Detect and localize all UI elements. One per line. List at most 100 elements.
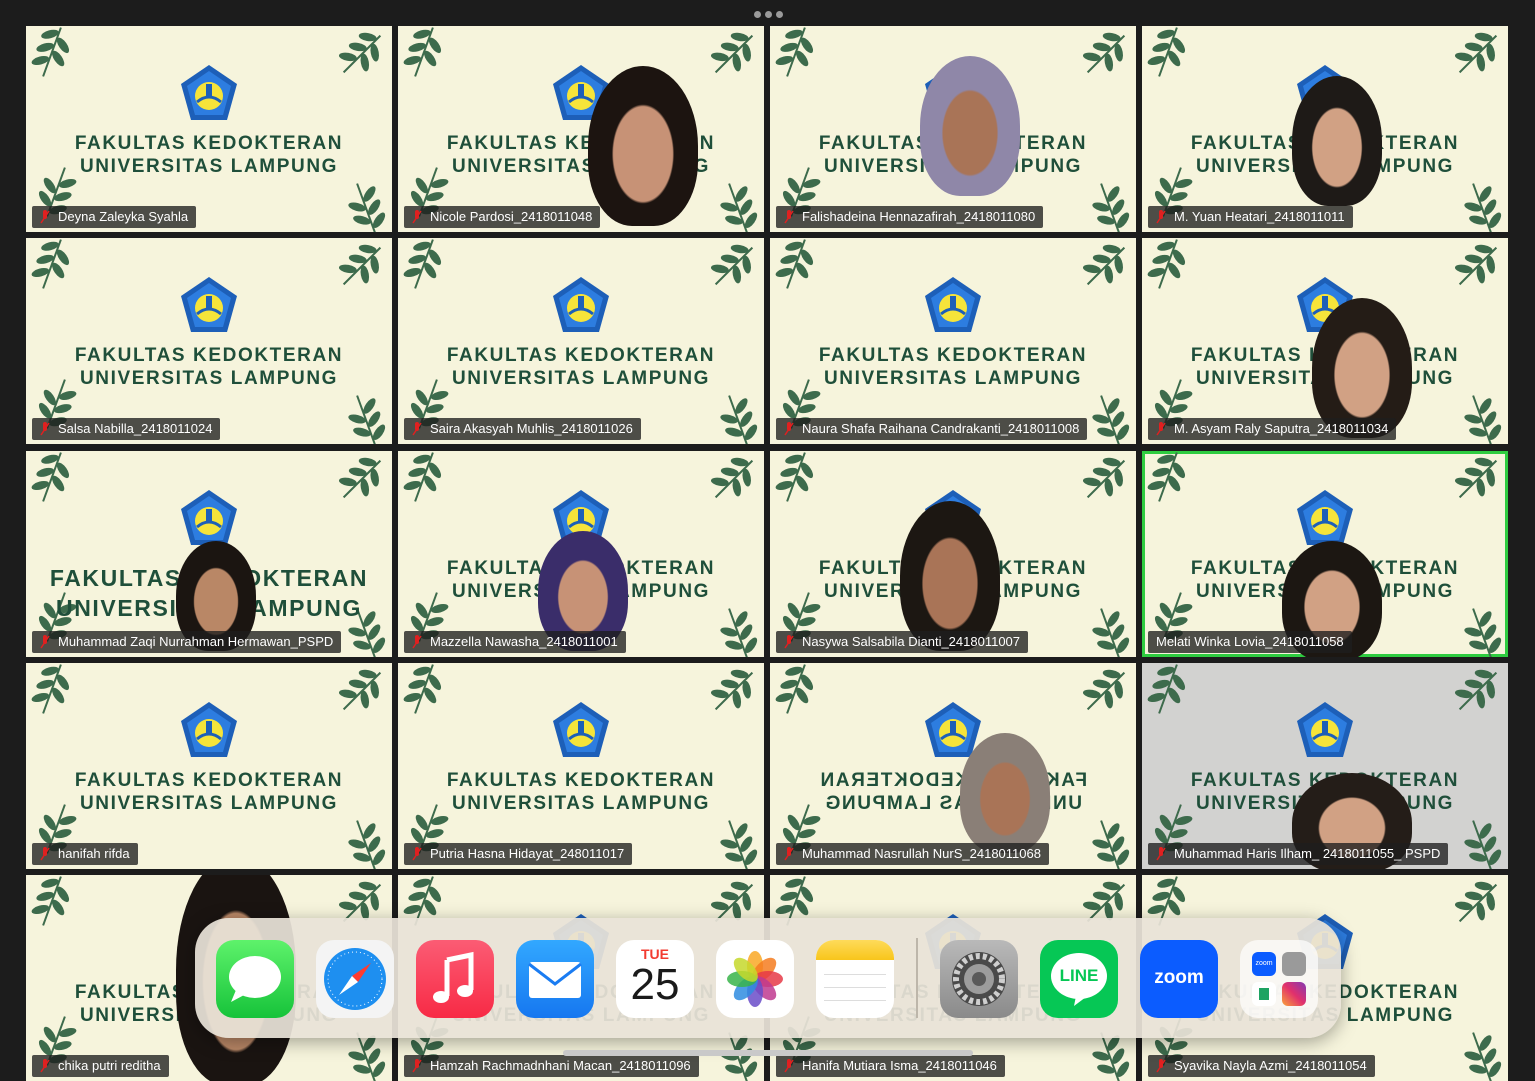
leaf-decoration-icon (26, 451, 82, 507)
participant-name: Saira Akasyah Muhlis_2418011026 (430, 421, 633, 436)
university-logo-icon (549, 274, 613, 338)
leaf-decoration-icon (336, 178, 392, 232)
app-folder-icon[interactable]: zoom (1240, 940, 1318, 1018)
background-title: FAKULTAS KEDOKTERANUNIVERSITAS LAMPUNG (446, 133, 716, 177)
participant-name: chika putri reditha (58, 1058, 161, 1073)
leaf-decoration-icon (332, 26, 392, 84)
participant-tile[interactable]: FAKULTAS KEDOKTERAN UNIVERSITAS LAMPUNG Ni… (398, 26, 764, 232)
mail-app-icon[interactable] (516, 940, 594, 1018)
participant-name: Nasywa Salsabila Dianti_2418011007 (802, 634, 1021, 649)
leaf-decoration-icon (770, 26, 826, 82)
leaf-decoration-icon (1452, 390, 1508, 444)
university-logo-icon (549, 699, 613, 763)
dock-divider (916, 938, 918, 1018)
participant-name-tag: M. Yuan Heatari_2418011011 (1148, 206, 1353, 228)
leaf-decoration-icon (332, 238, 392, 296)
participant-tile[interactable]: FAKULTAS KEDOKTERANUNIVERSITAS LAMPUNGFa… (770, 26, 1136, 232)
muted-mic-icon (412, 635, 422, 649)
leaf-decoration-icon (708, 178, 764, 232)
messages-app-icon[interactable] (216, 940, 294, 1018)
background-title: FAKULTAS KEDOKTERANUNIVERSITAS LAMPUNG (74, 345, 344, 389)
music-app-icon[interactable] (416, 940, 494, 1018)
notes-app-icon[interactable] (816, 940, 894, 1018)
participant-tile[interactable]: FAKULTAS KEDOKTERAN UNIVERSITAS LAMPUNG Ma… (398, 451, 764, 657)
participant-name-tag: Nicole Pardosi_2418011048 (404, 206, 601, 228)
muted-mic-icon (784, 847, 794, 861)
leaf-decoration-icon (332, 663, 392, 721)
participant-tile[interactable]: FAKULTAS KEDOKTERAN UNIVERSITAS LAMPUNG Pu… (398, 663, 764, 869)
muted-mic-icon (412, 422, 422, 436)
photos-app-icon[interactable] (716, 940, 794, 1018)
participant-name-tag: Syavika Nayla Azmi_2418011054 (1148, 1055, 1375, 1077)
participant-name-tag: Muhammad Nasrullah NurS_2418011068 (776, 843, 1049, 865)
participant-name-tag: Naura Shafa Raihana Candrakanti_24180110… (776, 418, 1088, 440)
participant-name: Muhammad Nasrullah NurS_2418011068 (802, 846, 1041, 861)
participant-name: Mazzella Nawasha_2418011001 (430, 634, 618, 649)
leaf-decoration-icon (398, 451, 454, 507)
participant-name: Putria Hasna Hidayat_248011017 (430, 846, 625, 861)
participant-name: Falishadeina Hennazafirah_2418011080 (802, 209, 1036, 224)
participant-tile[interactable]: FAKULTAS KEDOKTERANUNIVERSITAS LAMPUNGMu… (1142, 663, 1508, 869)
leaf-decoration-icon (708, 603, 764, 657)
line-app-icon[interactable]: LINE (1040, 940, 1118, 1018)
participant-tile[interactable]: FAKULTAS KEDOKTERANUNIVERSITAS LAMPUNGMu… (770, 663, 1136, 869)
background-title: FAKULTAS KEDOKTERANUNIVERSITAS LAMPUNG (446, 345, 716, 389)
participant-tile[interactable]: FAKULTAS KEDOKTERAN UNIVERSITAS LAMPUNG Sa… (26, 238, 392, 444)
leaf-decoration-icon (1142, 663, 1198, 719)
background-title: FAKULTAS KEDOKTERANUNIVERSITAS LAMPUNG (446, 770, 716, 814)
zoom-app-icon[interactable]: zoom (1140, 940, 1218, 1018)
leaf-decoration-icon (770, 238, 826, 294)
leaf-decoration-icon (1448, 26, 1508, 84)
settings-app-icon[interactable] (940, 940, 1018, 1018)
participant-name-tag: Mazzella Nawasha_2418011001 (404, 631, 626, 653)
participant-name: M. Asyam Raly Saputra_2418011034 (1174, 421, 1389, 436)
leaf-decoration-icon (26, 875, 82, 931)
participant-tile[interactable]: FAKULTAS KEDOKTERANUNIVERSITAS LAMPUNGM.… (1142, 238, 1508, 444)
safari-app-icon[interactable] (316, 940, 394, 1018)
top-handle-dots[interactable] (754, 11, 784, 19)
university-logo-icon (177, 274, 241, 338)
calendar-app-icon[interactable]: TUE 25 (616, 940, 694, 1018)
leaf-decoration-icon (1080, 815, 1136, 869)
leaf-decoration-icon (704, 26, 764, 84)
leaf-decoration-icon (26, 238, 82, 294)
muted-mic-icon (784, 422, 794, 436)
leaf-decoration-icon (1142, 238, 1198, 294)
participant-tile[interactable]: FAKULTAS KEDOKTERAN UNIVERSITAS LAMPUNG Na… (770, 451, 1136, 657)
participant-tile[interactable]: FAKULTAS KEDOKTERANUNIVERSITAS LAMPUNGM.… (1142, 26, 1508, 232)
leaf-decoration-icon (1448, 238, 1508, 296)
participant-name-tag: Falishadeina Hennazafirah_2418011080 (776, 206, 1044, 228)
muted-mic-icon (784, 210, 794, 224)
line-label: LINE (1059, 966, 1099, 985)
leaf-decoration-icon (1448, 875, 1508, 933)
leaf-decoration-icon (708, 390, 764, 444)
participant-name-tag: Deyna Zaleyka Syahla (32, 206, 197, 228)
participant-name-tag: Melati Winka Lovia_2418011058 (1148, 631, 1352, 653)
participant-name-tag: Putria Hasna Hidayat_248011017 (404, 843, 633, 865)
participant-tile[interactable]: FAKULTAS KEDOKTERAN UNIVERSITAS LAMPUNG Na… (770, 238, 1136, 444)
leaf-decoration-icon (770, 663, 826, 719)
leaf-decoration-icon (26, 26, 82, 82)
leaf-decoration-icon (704, 451, 764, 509)
university-logo-icon (177, 62, 241, 126)
participant-tile[interactable]: FAKULTAS KEDOKTERAN UNIVERSITAS LAMPUNG Me… (1142, 451, 1508, 657)
participant-tile[interactable]: FAKULTAS KEDOKTERAN UNIVERSITAS LAMPUNG De… (26, 26, 392, 232)
muted-mic-icon (40, 847, 50, 861)
folder-instagram-icon (1282, 982, 1306, 1006)
participant-name: Salsa Nabilla_2418011024 (58, 421, 213, 436)
muted-mic-icon (1156, 210, 1166, 224)
university-logo-icon (1293, 699, 1357, 763)
home-indicator[interactable] (563, 1050, 973, 1056)
leaf-decoration-icon (708, 815, 764, 869)
leaf-decoration-icon (770, 451, 826, 507)
university-logo-icon (921, 274, 985, 338)
participant-video (900, 501, 1000, 651)
muted-mic-icon (784, 1059, 794, 1073)
participant-tile[interactable]: FAKULTAS KEDOKTERAN UNIVERSITAS LAMPUNG Sa… (398, 238, 764, 444)
participant-name: Nicole Pardosi_2418011048 (430, 209, 593, 224)
leaf-decoration-icon (1452, 178, 1508, 232)
participant-name: Syavika Nayla Azmi_2418011054 (1174, 1058, 1367, 1073)
leaf-decoration-icon (336, 815, 392, 869)
participant-tile[interactable]: FAKULTAS KEDOKTERAN UNIVERSITAS LAMPUNG ha… (26, 663, 392, 869)
participant-tile[interactable]: FAKULTAS KEDOKTERANUNIVERSITAS LAMPUNGMu… (26, 451, 392, 657)
